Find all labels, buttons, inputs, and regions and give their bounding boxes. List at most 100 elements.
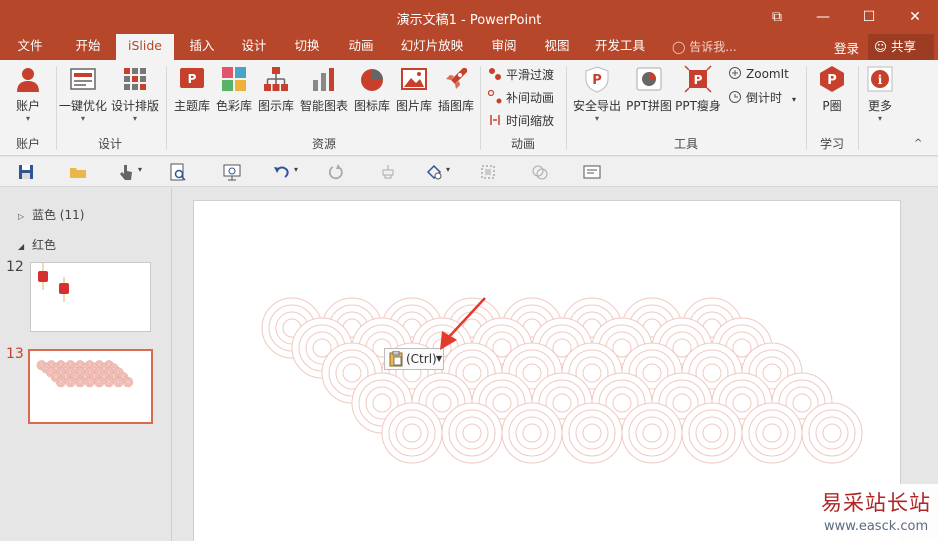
theme-library-button[interactable]: P 主题库 [172,64,212,114]
tab-design[interactable]: 设计 [232,34,276,60]
tell-me-search[interactable]: ◯ 告诉我... [672,38,737,55]
dropdown-arrow-icon[interactable]: ▾ [446,165,450,174]
circle-motif [122,377,134,388]
tab-view[interactable]: 视图 [536,34,578,60]
tab-file[interactable]: 文件 [8,34,52,60]
dropdown-arrow-icon: ▾ [877,114,882,123]
pie-icon [361,69,383,91]
tab-transitions[interactable]: 切换 [284,34,330,60]
circle-motif [84,377,95,388]
slide-thumbnail-13[interactable] [28,349,153,424]
select-area-icon[interactable] [478,162,498,182]
rocket-icon [446,67,468,89]
slide-number-selected: 13 [6,346,24,362]
time-scale-button[interactable]: 时间缩放 [488,112,554,129]
zoomit-button[interactable]: ZoomIt [728,66,789,81]
circle-ring [74,377,86,388]
circle-motif [681,402,743,464]
ppt-slim-button[interactable]: P PPT瘦身 [674,64,722,114]
smart-chart-button[interactable]: 智能图表 [298,64,350,114]
quick-toolbar: ▾ ▾ ▾ [0,157,938,187]
slide-thumbnail-12[interactable] [30,262,151,332]
collapse-ribbon-icon[interactable]: ^ [914,138,922,149]
print-preview-icon[interactable] [168,162,188,182]
person-icon: ☺ [874,39,888,54]
section-red[interactable]: ◢ 红色 [18,236,56,253]
group-separator [858,66,859,150]
account-button[interactable]: 账户 ▾ [8,64,48,123]
dropdown-arrow-icon[interactable]: ▾ [138,165,142,174]
p-circle-button[interactable]: P P圈 [812,64,852,114]
ppt-collage-button[interactable]: PPT拼图 [626,64,672,114]
tab-islide[interactable]: iSlide [116,34,174,60]
group-separator [806,66,807,150]
more-button[interactable]: i 更多 ▾ [862,64,898,123]
slide-thumbnails-panel: ▷ 蓝色 (11) ◢ 红色 12 13 [0,188,172,541]
icon-library-button[interactable]: 图标库 [352,64,392,114]
safe-export-button[interactable]: P 安全导出 ▾ [570,64,624,123]
watermark-url: www.easck.com [824,519,929,534]
circle-ring [621,402,683,464]
color-library-button[interactable]: 色彩库 [214,64,254,114]
shapes-icon[interactable] [424,162,444,182]
circle-ring [113,377,124,388]
share-button[interactable]: ☺ 共享 [868,34,934,60]
circle-ring [55,377,66,388]
tab-review[interactable]: 审阅 [482,34,526,60]
slide-number: 12 [6,259,24,275]
textbox-icon[interactable] [582,162,602,182]
tab-home[interactable]: 开始 [64,34,112,60]
tab-animations[interactable]: 动画 [338,34,384,60]
tab-slideshow[interactable]: 幻灯片放映 [396,34,468,60]
merge-shapes-icon[interactable] [530,162,550,182]
collapse-arrow-icon: ◢ [18,242,25,251]
concentric-circles-pattern[interactable] [194,201,900,541]
circle-ring [561,402,623,464]
p-circle-icon: P [820,66,844,92]
tab-insert[interactable]: 插入 [180,34,224,60]
circle-ring [65,377,76,388]
smooth-transition-button[interactable]: 平滑过渡 [488,66,554,83]
dropdown-arrow-icon: ▾ [132,114,137,123]
svg-text:P: P [592,73,602,88]
svg-text:P: P [188,72,197,86]
circle-ring [741,402,803,464]
dropdown-arrow-icon: ▾ [594,114,599,123]
design-layout-button[interactable]: 设计排版 ▾ [110,64,160,123]
circle-ring [84,377,95,388]
section-blue[interactable]: ▷ 蓝色 (11) [18,206,84,223]
group-label-learn: 学习 [819,137,844,151]
tween-animation-button[interactable]: 补间动画 [488,89,554,106]
touch-mode-icon[interactable] [116,162,136,182]
dropdown-arrow-icon[interactable]: ▾ [294,165,298,174]
login-link[interactable]: 登录 [834,38,859,57]
picture-library-button[interactable]: 图片库 [394,64,434,114]
redo-icon[interactable] [326,162,346,182]
circle-motif [801,402,863,464]
circle-motif [113,377,124,388]
dropdown-arrow-icon: ▾ [25,114,30,123]
ribbon-display-options-icon[interactable]: ⧉ [754,0,800,34]
slideshow-from-start-icon[interactable] [222,162,242,182]
one-key-optimize-button[interactable]: 一键优化 ▾ [58,64,108,123]
slide-canvas[interactable] [193,200,901,541]
circle-motif [741,402,803,464]
minimize-button[interactable]: — [800,0,846,34]
bar-chart-icon [313,68,334,91]
format-painter-icon[interactable] [378,162,398,182]
circle-motif [55,377,66,388]
save-icon[interactable] [16,162,36,182]
collage-icon [636,67,662,91]
circle-motif [621,402,683,464]
dropdown-arrow-icon: ▾ [80,114,85,123]
clipboard-icon [389,351,403,367]
undo-icon[interactable] [272,162,292,182]
countdown-button[interactable]: 倒计时 ▾ [728,89,796,106]
close-button[interactable]: ✕ [892,0,938,34]
maximize-button[interactable]: ☐ [846,0,892,34]
illustration-library-button[interactable]: 插图库 [436,64,476,114]
diagram-library-button[interactable]: 图示库 [256,64,296,114]
open-folder-icon[interactable] [68,162,88,182]
ribbon-body: 账户 ▾ 账户 一键优化 ▾ 设计排版 ▾ 设计 P 主题库 色彩库 图示库 智… [0,60,938,156]
tab-developer[interactable]: 开发工具 [588,34,652,60]
